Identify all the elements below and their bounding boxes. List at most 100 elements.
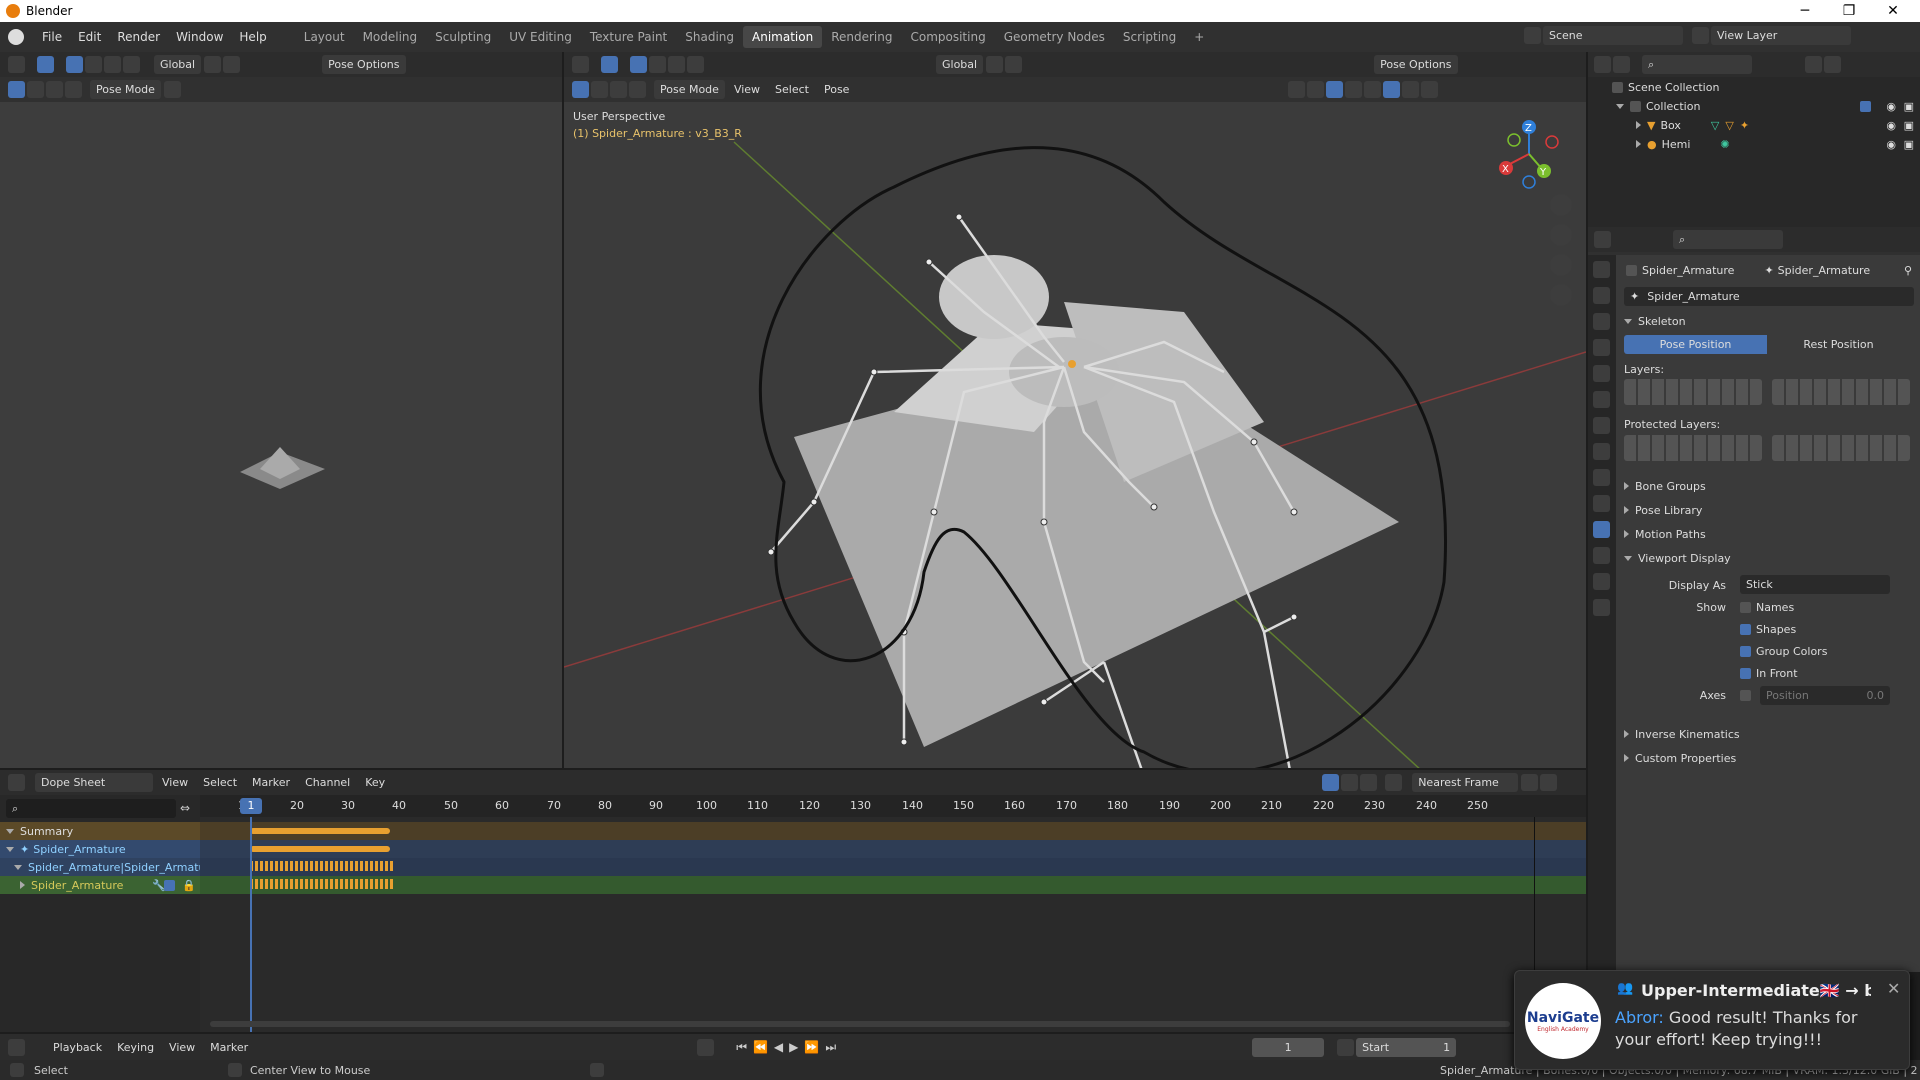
current-frame-marker[interactable]: 1 <box>240 798 262 814</box>
eye-icon[interactable]: ◉ <box>1886 100 1896 113</box>
view-layer-tab-icon[interactable] <box>1592 339 1610 356</box>
mode-dropdown[interactable]: Pose Mode <box>654 80 725 99</box>
tab-rendering[interactable]: Rendering <box>822 26 901 48</box>
bone-constraint-tab-icon[interactable] <box>1592 573 1610 590</box>
panel-viewport-display[interactable]: Viewport Display <box>1616 549 1920 567</box>
proportional-icon[interactable] <box>1521 774 1539 791</box>
transform-icon[interactable] <box>572 81 589 98</box>
select-intersect-icon[interactable] <box>687 56 704 73</box>
gizmo-toggle-icon[interactable] <box>1307 81 1325 98</box>
select-tool-icon[interactable] <box>601 56 618 73</box>
menu-file[interactable]: File <box>34 30 70 44</box>
protected-layers-grid[interactable] <box>1624 435 1910 461</box>
editor-type-icon[interactable] <box>1594 56 1611 73</box>
menu-playback[interactable]: Playback <box>47 1038 108 1057</box>
display-as-dropdown[interactable]: Stick <box>1740 575 1890 594</box>
select-extend-icon[interactable] <box>85 56 102 73</box>
wireframe-shading-icon[interactable] <box>1364 81 1382 98</box>
falloff-icon[interactable] <box>1540 774 1558 791</box>
menu-channel[interactable]: Channel <box>299 773 356 792</box>
menu-view[interactable]: View <box>156 773 194 792</box>
panel-pose-library[interactable]: Pose Library <box>1616 501 1920 519</box>
outliner-item-box[interactable]: ▼ Box ▽ ▽ ✦ ◉ ▣ <box>1588 116 1920 134</box>
layers-grid[interactable] <box>1624 379 1910 405</box>
add-workspace-button[interactable]: + <box>1185 26 1213 48</box>
select-box-icon[interactable] <box>66 56 83 73</box>
panel-inverse-kinematics[interactable]: Inverse Kinematics <box>1616 725 1920 743</box>
scene-field[interactable]: Scene <box>1543 26 1683 45</box>
select-subtract-icon[interactable] <box>104 56 121 73</box>
frame-ruler[interactable]: 10 20 30 40 50 60 70 80 90 100 110 120 1… <box>200 795 1586 817</box>
view-layer-icon[interactable] <box>1692 27 1709 44</box>
select-box-icon[interactable] <box>630 56 647 73</box>
camera-icon[interactable]: ▣ <box>1904 138 1914 151</box>
current-frame-field[interactable]: 1 <box>1252 1037 1325 1057</box>
panel-bone-groups[interactable]: Bone Groups <box>1616 477 1920 495</box>
tool-tab-icon[interactable] <box>1592 261 1610 278</box>
playback-controls[interactable]: ⏮⏪◀▶⏩⏭ <box>736 1040 842 1055</box>
camera-icon[interactable]: ▣ <box>1904 100 1914 113</box>
show-group-colors-checkbox[interactable]: Group Colors <box>1616 642 1920 660</box>
close-icon[interactable]: ✕ <box>1870 0 1916 22</box>
world-tab-icon[interactable] <box>1592 391 1610 408</box>
rendered-shading-icon[interactable] <box>1421 81 1439 98</box>
hamburger-icon[interactable] <box>163 81 181 98</box>
properties-search-input[interactable]: ⌕ <box>1673 230 1783 249</box>
tab-modeling[interactable]: Modeling <box>354 26 427 48</box>
select-extend-icon[interactable] <box>649 56 666 73</box>
menu-view[interactable]: View <box>728 80 766 99</box>
minimize-icon[interactable]: ─ <box>1782 0 1828 22</box>
menu-edit[interactable]: Edit <box>70 30 109 44</box>
show-names-checkbox[interactable]: Names <box>1616 598 1920 616</box>
tab-animation[interactable]: Animation <box>743 26 823 48</box>
only-selected-icon[interactable] <box>1322 774 1340 791</box>
axes-position-field[interactable]: Position 0.0 <box>1760 686 1890 705</box>
expand-collapse-icon[interactable]: ⇔ <box>180 801 190 815</box>
select-tool-icon[interactable] <box>37 56 54 73</box>
menu-keying[interactable]: Keying <box>111 1038 160 1057</box>
axes-checkbox[interactable] <box>1740 690 1751 701</box>
visibility-icon[interactable] <box>1288 81 1306 98</box>
pose-position-button[interactable]: Pose Position <box>1624 335 1767 354</box>
object-key-range[interactable] <box>250 846 390 852</box>
view-layer-field[interactable]: View Layer <box>1711 26 1851 45</box>
auto-keying-icon[interactable] <box>697 1038 715 1056</box>
pivot-icon[interactable] <box>986 56 1004 73</box>
solid-shading-icon[interactable] <box>1383 81 1401 98</box>
filter-icon[interactable] <box>1385 774 1403 791</box>
show-shapes-checkbox[interactable]: Shapes <box>1616 620 1920 638</box>
channel-mute-checkbox[interactable] <box>164 879 175 891</box>
mesh-icon[interactable]: ▽ <box>1725 119 1733 132</box>
editor-type-icon[interactable] <box>1594 231 1611 248</box>
camera-view-icon[interactable] <box>1550 254 1572 276</box>
eye-icon[interactable]: ◉ <box>1886 119 1896 132</box>
material-shading-icon[interactable] <box>1402 81 1420 98</box>
scale-icon[interactable] <box>610 81 627 98</box>
transform-icon[interactable] <box>8 81 25 98</box>
channel-object[interactable]: ✦ Spider_Armature <box>0 840 200 858</box>
snap-icon[interactable] <box>1005 56 1023 73</box>
chat-notification[interactable]: NaviGate English Academy 👥 Upper-Interme… <box>1514 970 1910 1070</box>
channel-action[interactable]: Spider_Armature|Spider_Armatu <box>0 858 200 876</box>
show-hidden-icon[interactable] <box>1341 774 1359 791</box>
transform-orientation-dropdown[interactable]: Global <box>154 55 202 74</box>
tab-layout[interactable]: Layout <box>295 26 354 48</box>
expand-icon[interactable] <box>1636 140 1641 148</box>
light-data-icon[interactable]: ✺ <box>1720 138 1729 151</box>
dope-sheet-mode-dropdown[interactable]: Dope Sheet <box>35 773 153 792</box>
editor-type-icon[interactable] <box>572 56 589 73</box>
armature-data-tab-icon[interactable] <box>1592 521 1610 538</box>
channel-group[interactable]: Spider_Armature 🔧 🔒 <box>0 876 200 894</box>
camera-icon[interactable]: ▣ <box>1904 119 1914 132</box>
transform-orientation-dropdown[interactable]: Global <box>936 55 984 74</box>
clock-icon[interactable] <box>1337 1038 1355 1056</box>
notification-close-icon[interactable]: ✕ <box>1887 979 1900 998</box>
menu-marker[interactable]: Marker <box>204 1038 254 1057</box>
blender-menu-icon[interactable] <box>8 29 24 45</box>
restore-icon[interactable]: ❐ <box>1826 0 1872 22</box>
select-subtract-icon[interactable] <box>668 56 685 73</box>
menu-help[interactable]: Help <box>231 30 274 44</box>
scale-icon[interactable] <box>46 81 63 98</box>
ortho-grid-icon[interactable] <box>1550 284 1572 306</box>
tab-compositing[interactable]: Compositing <box>901 26 994 48</box>
